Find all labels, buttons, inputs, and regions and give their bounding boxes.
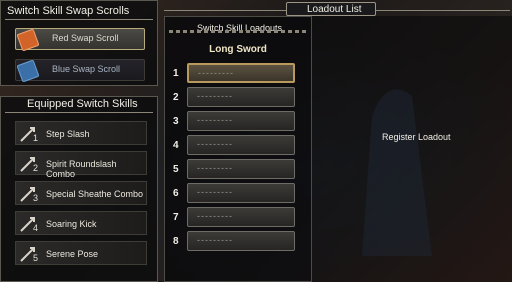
skill-number: 1 — [33, 133, 39, 143]
header-rule — [5, 7, 153, 20]
skill-label: Step Slash — [46, 129, 90, 139]
skill-number: 3 — [33, 193, 39, 203]
background-silhouette — [362, 89, 432, 256]
row-number: 3 — [173, 116, 179, 127]
skill-label: Special Sheathe Combo — [46, 189, 144, 199]
header-rule — [5, 100, 153, 113]
blue-swap-scroll-button[interactable]: Blue Swap Scroll — [15, 59, 145, 83]
empty-slot-text: --------- — [197, 187, 233, 197]
header-pattern — [169, 30, 307, 33]
skill-slot-2[interactable]: 2 Spirit Roundslash Combo — [15, 151, 147, 179]
row-number: 7 — [173, 212, 179, 223]
loadout-list-tab: Loadout List — [286, 2, 376, 16]
row-number: 1 — [173, 68, 179, 79]
swap-scrolls-panel: Switch Skill Swap Scrolls Red Swap Scrol… — [0, 0, 158, 86]
skill-label: Soaring Kick — [46, 219, 97, 229]
skill-number: 2 — [33, 163, 39, 173]
loadout-slot-2[interactable]: --------- — [187, 87, 295, 107]
row-number: 6 — [173, 188, 179, 199]
skill-number: 4 — [33, 223, 39, 233]
loadout-list-panel: Register Loadout — [312, 16, 512, 282]
red-swap-scroll-button[interactable]: Red Swap Scroll — [15, 28, 145, 52]
skill-slot-4[interactable]: 4 Soaring Kick — [15, 211, 147, 235]
loadout-slot-5[interactable]: --------- — [187, 159, 295, 179]
row-number: 5 — [173, 164, 179, 175]
scroll-label: Blue Swap Scroll — [52, 64, 121, 74]
loadout-slot-1[interactable]: --------- — [187, 63, 295, 83]
loadout-slot-6[interactable]: --------- — [187, 183, 295, 203]
row-number: 8 — [173, 236, 179, 247]
skill-label: Spirit Roundslash Combo — [46, 159, 117, 179]
row-number: 4 — [173, 140, 179, 151]
empty-slot-text: --------- — [197, 115, 233, 125]
loadout-slot-3[interactable]: --------- — [187, 111, 295, 131]
skill-slot-3[interactable]: 3 Special Sheathe Combo — [15, 181, 147, 205]
empty-slot-text: --------- — [198, 68, 234, 78]
scroll-label: Red Swap Scroll — [52, 33, 119, 43]
skill-slot-5[interactable]: 5 Serene Pose — [15, 241, 147, 265]
top-frame: Loadout List — [158, 0, 512, 16]
empty-slot-text: --------- — [197, 235, 233, 245]
weapon-name: Long Sword — [209, 44, 267, 55]
empty-slot-text: --------- — [197, 211, 233, 221]
red-scroll-icon — [16, 28, 40, 52]
register-loadout-button[interactable]: Register Loadout — [382, 132, 451, 142]
loadout-slot-4[interactable]: --------- — [187, 135, 295, 155]
blue-scroll-icon — [16, 59, 40, 83]
loadout-list-title: Loadout List — [307, 4, 362, 15]
skill-label: Serene Pose — [46, 249, 99, 259]
loadout-slot-7[interactable]: --------- — [187, 207, 295, 227]
row-number: 2 — [173, 92, 179, 103]
empty-slot-text: --------- — [197, 91, 233, 101]
empty-slot-text: --------- — [197, 163, 233, 173]
empty-slot-text: --------- — [197, 139, 233, 149]
loadout-slot-8[interactable]: --------- — [187, 231, 295, 251]
skill-number: 5 — [33, 253, 39, 263]
equipped-skills-panel: Equipped Switch Skills 1 Step Slash 2 Sp… — [0, 96, 158, 282]
loadouts-panel: Switch Skill Loadouts Long Sword 1 -----… — [164, 16, 312, 282]
skill-slot-1[interactable]: 1 Step Slash — [15, 121, 147, 145]
